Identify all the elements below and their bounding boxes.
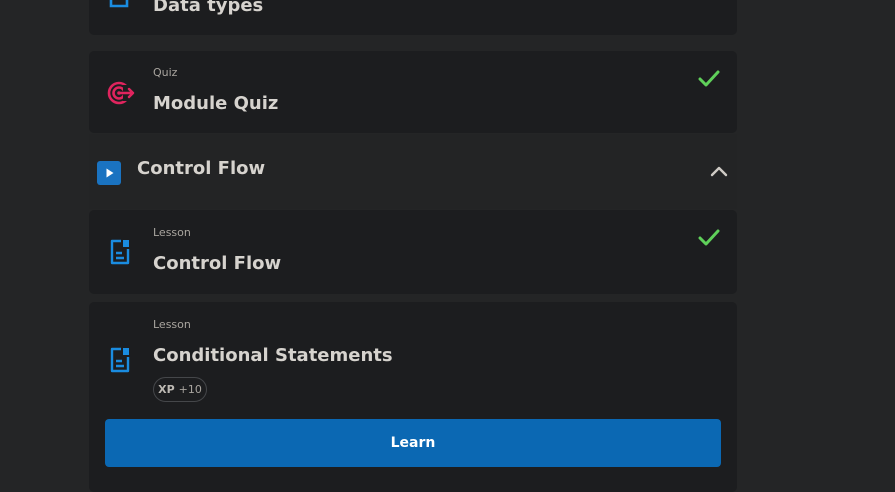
document-icon [109, 0, 131, 13]
document-icon [109, 239, 131, 269]
item-type-label: Lesson [153, 226, 191, 239]
lesson-title: Conditional Statements [153, 345, 393, 366]
target-icon [107, 81, 135, 109]
chevron-up-icon[interactable] [709, 163, 729, 182]
xp-value: +10 [178, 383, 202, 396]
module-list: Data types Quiz Module Quiz Control Flow… [89, 0, 737, 492]
lesson-card-data-types[interactable]: Data types [89, 0, 737, 35]
lesson-title: Data types [153, 0, 264, 16]
check-icon [698, 229, 720, 250]
quiz-title: Module Quiz [153, 93, 279, 114]
section-title: Control Flow [137, 158, 266, 179]
xp-label: XP [158, 383, 175, 396]
item-type-label: Lesson [153, 318, 191, 331]
item-type-label: Quiz [153, 66, 178, 79]
section-header-control-flow[interactable]: Control Flow [89, 134, 737, 209]
check-icon [698, 70, 720, 91]
xp-badge: XP +10 [153, 377, 207, 402]
quiz-card-module-quiz[interactable]: Quiz Module Quiz [89, 51, 737, 133]
lesson-title: Control Flow [153, 253, 282, 274]
learn-button[interactable]: Learn [105, 419, 721, 467]
document-icon [109, 347, 131, 377]
lesson-card-control-flow[interactable]: Lesson Control Flow [89, 210, 737, 294]
play-icon [97, 161, 121, 185]
